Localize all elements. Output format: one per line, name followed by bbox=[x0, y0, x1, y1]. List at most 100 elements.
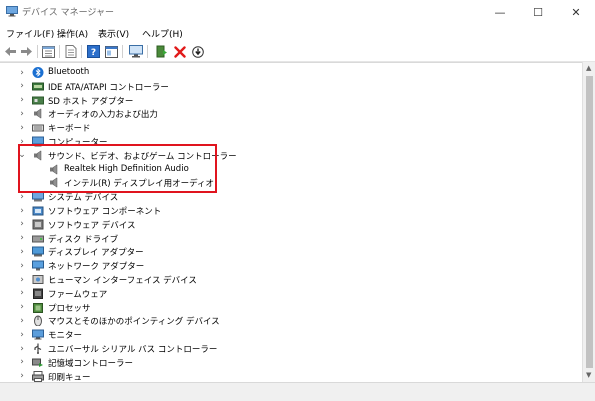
speaker-icon bbox=[34, 150, 42, 161]
tree-item-label: ファームウェア bbox=[48, 289, 108, 300]
expand-chevron-icon[interactable]: › bbox=[17, 328, 27, 341]
monitor-icon bbox=[32, 329, 44, 340]
computer-icon bbox=[32, 136, 44, 147]
tree-child-item[interactable]: Realtek High Definition Audio bbox=[0, 163, 560, 176]
tree-category-item[interactable]: › ユニバーサル シリアル バス コントローラー bbox=[0, 342, 560, 355]
expand-chevron-icon[interactable]: › bbox=[17, 94, 27, 107]
tree-item-label: システム デバイス bbox=[48, 193, 119, 204]
tree-category-item[interactable]: › オーディオの入力および出力 bbox=[0, 107, 560, 120]
expand-chevron-icon[interactable]: › bbox=[17, 190, 27, 203]
download-icon[interactable] bbox=[190, 44, 205, 59]
hid-icon bbox=[32, 275, 44, 284]
printer-icon bbox=[32, 370, 44, 382]
close-button[interactable]: ✕ bbox=[557, 0, 595, 24]
speaker-icon bbox=[50, 163, 58, 175]
tree-item-label: Bluetooth bbox=[48, 67, 90, 77]
tree-child-item[interactable]: インテル(R) ディスプレイ用オーディオ bbox=[0, 176, 560, 189]
tree-item-label: インテル(R) ディスプレイ用オーディオ bbox=[64, 179, 215, 190]
expand-chevron-icon[interactable]: › bbox=[17, 287, 27, 300]
tree-category-item[interactable]: › Bluetooth bbox=[0, 66, 560, 79]
scroll-down-arrow[interactable]: ▼ bbox=[586, 371, 591, 379]
maximize-button[interactable]: ☐ bbox=[519, 0, 557, 24]
menu-file[interactable]: ファイル(F) bbox=[6, 27, 54, 40]
tree-category-item[interactable]: ⌄ サウンド、ビデオ、およびゲーム コントローラー bbox=[0, 149, 560, 162]
tree-category-item[interactable]: › SD ホスト アダプター bbox=[0, 94, 560, 107]
expand-chevron-icon[interactable]: › bbox=[17, 218, 27, 231]
properties-grid-icon[interactable] bbox=[41, 44, 56, 59]
tree-category-item[interactable]: › キーボード bbox=[0, 121, 560, 135]
device-manager-app-icon bbox=[6, 6, 18, 17]
expand-chevron-icon[interactable]: › bbox=[17, 107, 27, 120]
expand-chevron-icon[interactable]: › bbox=[17, 259, 27, 272]
keyboard-icon bbox=[32, 124, 44, 132]
tree-item-label: オーディオの入力および出力 bbox=[48, 110, 158, 121]
usb-icon bbox=[34, 343, 42, 354]
expand-chevron-icon[interactable]: › bbox=[17, 80, 27, 93]
network-adapter-icon bbox=[32, 260, 44, 271]
delete-x-icon[interactable] bbox=[172, 44, 187, 59]
display-adapter-icon bbox=[32, 246, 44, 257]
back-arrow-icon[interactable] bbox=[3, 44, 18, 59]
toolbar-separator bbox=[147, 45, 148, 58]
tree-category-item[interactable]: › ディスプレイ アダプター bbox=[0, 245, 560, 258]
tree-category-item[interactable]: › ソフトウェア コンポーネント bbox=[0, 204, 560, 218]
tree-category-item[interactable]: › プロセッサ bbox=[0, 301, 560, 314]
scrollbar-thumb[interactable] bbox=[586, 76, 593, 368]
scroll-up-arrow[interactable]: ▲ bbox=[586, 64, 591, 72]
expand-chevron-icon[interactable]: › bbox=[17, 342, 27, 355]
tree-category-item[interactable]: › ファームウェア bbox=[0, 287, 560, 300]
tree-category-item[interactable]: › 印刷キュー bbox=[0, 370, 560, 383]
menu-action[interactable]: 操作(A) bbox=[57, 27, 88, 40]
tree-category-item[interactable]: › ヒューマン インターフェイス デバイス bbox=[0, 273, 560, 287]
vertical-scrollbar[interactable]: ▲ ▼ bbox=[582, 62, 595, 382]
menu-view[interactable]: 表示(V) bbox=[98, 27, 129, 40]
tree-item-label: サウンド、ビデオ、およびゲーム コントローラー bbox=[48, 151, 237, 162]
expand-chevron-icon[interactable]: › bbox=[17, 121, 27, 134]
menu-bar: ファイル(F) 操作(A) 表示(V) ヘルプ(H) bbox=[0, 24, 595, 42]
tree-item-label: 記憶域コントローラー bbox=[48, 358, 134, 369]
tree-category-item[interactable]: › IDE ATA/ATAPI コントローラー bbox=[0, 80, 560, 93]
menu-help[interactable]: ヘルプ(H) bbox=[142, 27, 183, 40]
expand-chevron-icon[interactable]: › bbox=[17, 66, 27, 79]
tree-item-label: IDE ATA/ATAPI コントローラー bbox=[48, 82, 169, 93]
expand-chevron-icon[interactable]: › bbox=[17, 245, 27, 258]
monitor-scan-icon[interactable] bbox=[128, 44, 143, 59]
tree-item-label: SD ホスト アダプター bbox=[48, 96, 134, 107]
tree-category-item[interactable]: › ディスク ドライブ bbox=[0, 232, 560, 245]
tree-category-item[interactable]: › ソフトウェア デバイス bbox=[0, 218, 560, 231]
expand-chevron-icon[interactable]: › bbox=[17, 370, 27, 383]
tree-category-item[interactable]: › モニター bbox=[0, 328, 560, 341]
expand-chevron-icon[interactable]: › bbox=[17, 273, 27, 286]
title-bar: デバイス マネージャー — ☐ ✕ bbox=[0, 0, 595, 24]
storage-controller-icon bbox=[32, 358, 43, 367]
toolbar: ? bbox=[0, 42, 595, 62]
forward-arrow-icon[interactable] bbox=[19, 44, 34, 59]
tree-item-label: ソフトウェア コンポーネント bbox=[48, 207, 162, 217]
svg-text:?: ? bbox=[91, 48, 96, 58]
expand-chevron-icon[interactable]: › bbox=[17, 204, 27, 217]
tree-item-label: ユニバーサル シリアル バス コントローラー bbox=[48, 345, 218, 355]
console-icon[interactable] bbox=[104, 44, 119, 59]
tree-category-item[interactable]: › ネットワーク アダプター bbox=[0, 259, 560, 272]
tree-item-label: ディスプレイ アダプター bbox=[48, 248, 144, 259]
processor-icon bbox=[33, 302, 43, 313]
expand-chevron-icon[interactable]: › bbox=[17, 314, 27, 327]
expand-chevron-icon[interactable]: › bbox=[17, 135, 27, 148]
tree-category-item[interactable]: › 記憶域コントローラー bbox=[0, 356, 560, 369]
window-title: デバイス マネージャー bbox=[22, 8, 114, 18]
document-icon[interactable] bbox=[63, 44, 78, 59]
tree-category-item[interactable]: › マウスとそのほかのポインティング デバイス bbox=[0, 314, 560, 328]
status-bar bbox=[0, 382, 595, 401]
minimize-button[interactable]: — bbox=[481, 0, 519, 24]
tree-item-label: 印刷キュー bbox=[48, 372, 91, 383]
tree-item-label: マウスとそのほかのポインティング デバイス bbox=[48, 317, 220, 328]
tree-category-item[interactable]: › システム デバイス bbox=[0, 190, 560, 203]
add-driver-icon[interactable] bbox=[154, 44, 169, 59]
expand-chevron-icon[interactable]: › bbox=[17, 232, 27, 245]
collapse-chevron-icon[interactable]: ⌄ bbox=[17, 149, 27, 162]
expand-chevron-icon[interactable]: › bbox=[17, 301, 27, 314]
tree-category-item[interactable]: › コンピューター bbox=[0, 135, 560, 148]
help-icon[interactable]: ? bbox=[86, 44, 101, 59]
disk-drive-icon bbox=[32, 235, 44, 243]
expand-chevron-icon[interactable]: › bbox=[17, 356, 27, 369]
